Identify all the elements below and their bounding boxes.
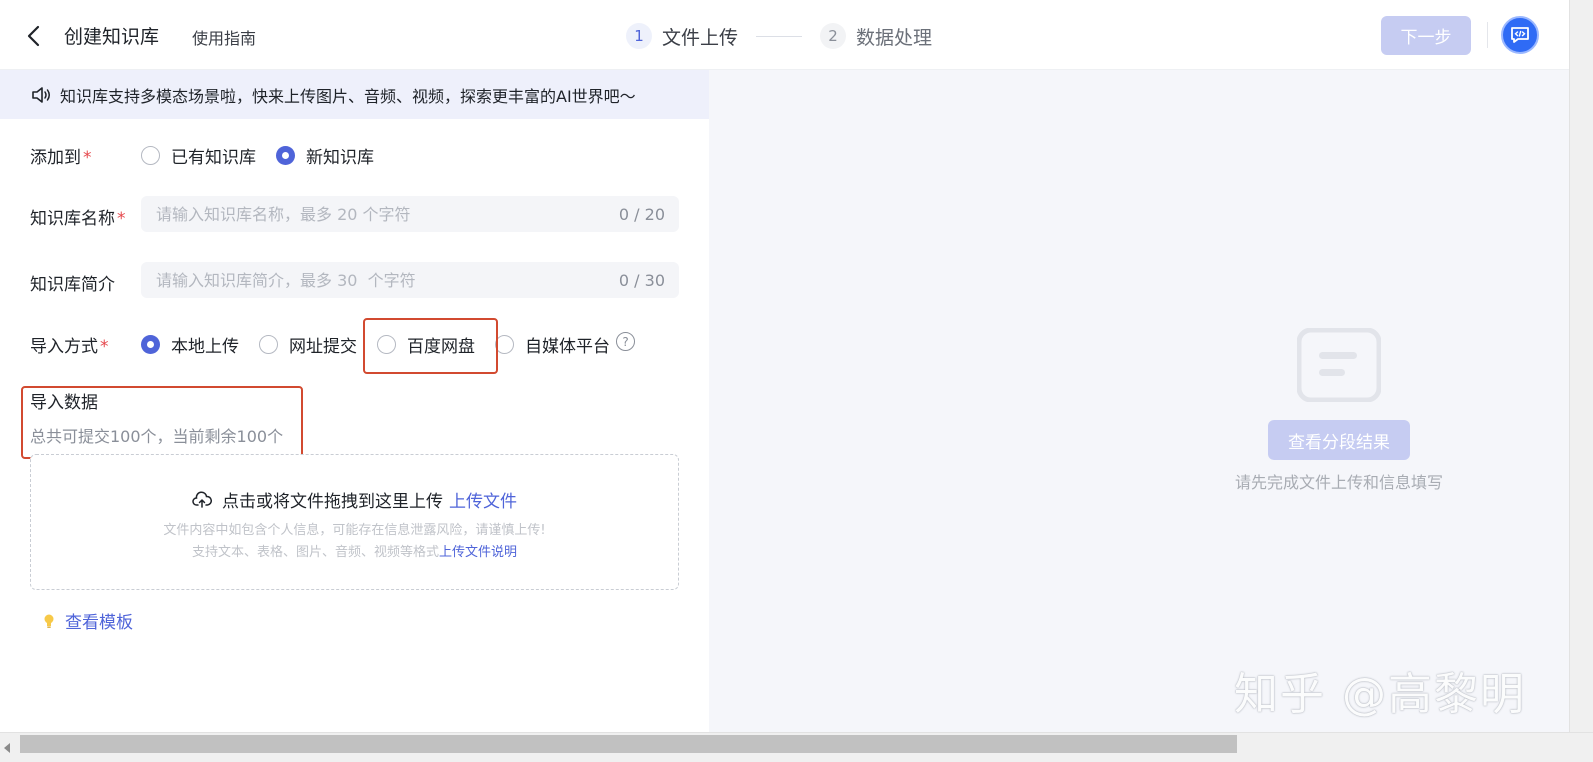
lightbulb-icon — [44, 614, 54, 628]
upload-file-link[interactable]: 上传文件 — [449, 487, 517, 512]
upload-cloud-icon — [192, 490, 212, 508]
help-icon[interactable]: ? — [616, 332, 635, 351]
top-header: 创建知识库 使用指南 1 文件上传 2 数据处理 下一步 — [0, 0, 1593, 70]
radio-local-upload[interactable]: 本地上传 — [141, 332, 239, 357]
kb-name-counter: 0 / 20 — [618, 204, 665, 224]
notice-banner: 知识库支持多模态场景啦，快来上传图片、音频、视频，探索更丰富的AI世界吧～ — [0, 70, 709, 119]
radio-circle — [276, 146, 295, 165]
vertical-scrollbar[interactable] — [1569, 0, 1593, 732]
radio-self-media[interactable]: 自媒体平台 — [495, 332, 610, 357]
kb-intro-label: 知识库简介 — [30, 275, 115, 295]
radio-circle — [495, 335, 514, 354]
step-1-label: 文件上传 — [662, 26, 739, 49]
step-2-label: 数据处理 — [856, 26, 933, 49]
radio-existing-kb[interactable]: 已有知识库 — [141, 143, 256, 168]
back-arrow-icon[interactable] — [22, 22, 46, 50]
code-assistant-icon[interactable] — [1501, 16, 1539, 54]
upload-format-tip: 支持文本、表格、图片、音频、视频等格式上传文件说明 — [191, 545, 518, 560]
preview-pane: 查看分段结果 请先完成文件上传和信息填写 — [709, 70, 1569, 732]
upload-privacy-tip: 文件内容中如包含个人信息，可能存在信息泄露风险，请谨慎上传! — [163, 523, 546, 538]
step-2-number: 2 — [820, 23, 847, 49]
radio-url-submit[interactable]: 网址提交 — [259, 332, 357, 357]
radio-new-kb[interactable]: 新知识库 — [276, 143, 374, 168]
scroll-left-arrow-icon[interactable] — [4, 743, 10, 753]
radio-circle — [141, 335, 160, 354]
header-divider — [1487, 22, 1488, 48]
form-pane: 知识库支持多模态场景啦，快来上传图片、音频、视频，探索更丰富的AI世界吧～ 添加… — [0, 70, 709, 732]
upload-main-line: 点击或将文件拖拽到这里上传 上传文件 — [31, 487, 678, 512]
empty-state-tip: 请先完成文件上传和信息填写 — [1234, 473, 1443, 492]
view-segment-result-button[interactable]: 查看分段结果 — [1268, 420, 1410, 460]
step-1-number: 1 — [626, 23, 652, 49]
notice-text: 知识库支持多模态场景啦，快来上传图片、音频、视频，探索更丰富的AI世界吧～ — [60, 86, 636, 106]
radio-circle — [141, 146, 160, 165]
radio-baidu-netdisk[interactable]: 百度网盘 — [377, 332, 475, 357]
scrollbar-thumb[interactable] — [20, 735, 1237, 753]
kb-name-input[interactable] — [156, 204, 609, 224]
upload-doc-link[interactable]: 上传文件说明 — [439, 545, 517, 560]
import-quota-text: 总共可提交100个，当前剩余100个 — [30, 427, 284, 446]
kb-name-field: 0 / 20 — [141, 196, 679, 232]
add-to-label: 添加到 * — [30, 148, 92, 168]
radio-circle — [259, 335, 278, 354]
kb-name-label: 知识库名称 * — [30, 209, 126, 229]
radio-circle — [377, 335, 396, 354]
kb-intro-input[interactable] — [156, 270, 609, 290]
import-method-label: 导入方式 * — [30, 337, 109, 357]
usage-guide-link[interactable]: 使用指南 — [192, 25, 256, 49]
speaker-icon — [32, 86, 50, 103]
horizontal-scrollbar[interactable] — [0, 732, 1593, 762]
upload-dropzone[interactable]: 点击或将文件拖拽到这里上传 上传文件 文件内容中如包含个人信息，可能存在信息泄露… — [30, 454, 679, 590]
import-data-title: 导入数据 — [30, 393, 98, 413]
next-step-button[interactable]: 下一步 — [1381, 16, 1471, 55]
watermark-text: 知乎 @高黎明 — [1234, 669, 1526, 720]
view-template-link[interactable]: 查看模板 — [42, 608, 133, 633]
page-title: 创建知识库 — [64, 26, 160, 48]
upload-main-text: 点击或将文件拖拽到这里上传 — [222, 492, 443, 512]
stepper: 1 文件上传 2 数据处理 — [626, 20, 932, 52]
kb-intro-field: 0 / 30 — [141, 262, 679, 298]
kb-intro-counter: 0 / 30 — [618, 270, 665, 290]
empty-document-icon — [1297, 328, 1381, 402]
step-connector — [756, 35, 803, 37]
